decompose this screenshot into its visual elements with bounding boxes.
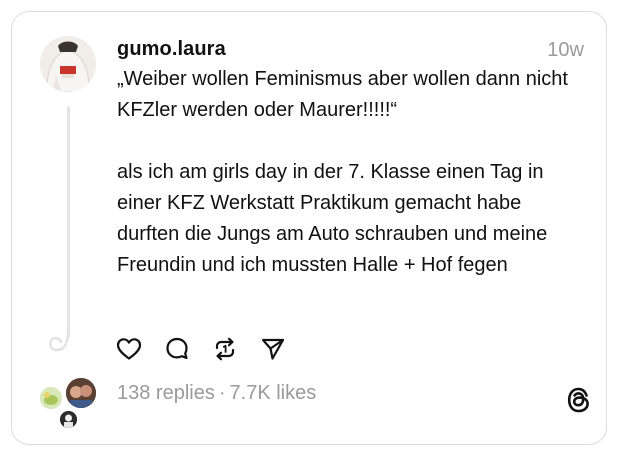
post-stats: 138 replies · 7.7K likes <box>117 382 316 405</box>
likes-count[interactable]: 7.7K likes <box>230 382 317 404</box>
replier-avatars[interactable] <box>38 376 102 432</box>
replier-avatar-image <box>60 411 77 428</box>
repost-icon <box>215 337 235 361</box>
reply-button[interactable] <box>162 335 192 363</box>
comment-bubble-icon <box>166 337 188 360</box>
threads-logo-button[interactable] <box>565 385 593 415</box>
replier-avatar <box>64 376 98 410</box>
post-paragraph: als ich am girls day in der 7. Klasse ei… <box>117 161 548 276</box>
post-actions <box>114 335 288 363</box>
thread-connector-curl <box>49 330 70 352</box>
stats-separator: · <box>218 382 226 404</box>
like-button[interactable] <box>114 335 144 363</box>
heart-icon <box>116 338 142 360</box>
send-icon <box>261 338 285 360</box>
author-username[interactable]: gumo.laura <box>117 38 226 61</box>
thread-connector-line <box>67 106 70 338</box>
author-avatar[interactable] <box>40 36 96 92</box>
post-timestamp[interactable]: 10w <box>547 39 584 62</box>
replier-avatar <box>58 409 79 430</box>
author-avatar-image <box>40 36 96 92</box>
repost-button[interactable] <box>210 335 240 363</box>
share-button[interactable] <box>258 335 288 363</box>
post-body: „Weiber wollen Feminismus aber wollen da… <box>117 64 587 281</box>
replier-avatar-image <box>40 387 62 409</box>
threads-logo-icon <box>567 387 589 413</box>
post-quote: „Weiber wollen Feminismus aber wollen da… <box>117 68 568 121</box>
replier-avatar <box>38 385 64 411</box>
replier-avatar-image <box>66 378 96 408</box>
replies-count[interactable]: 138 replies <box>117 382 215 404</box>
